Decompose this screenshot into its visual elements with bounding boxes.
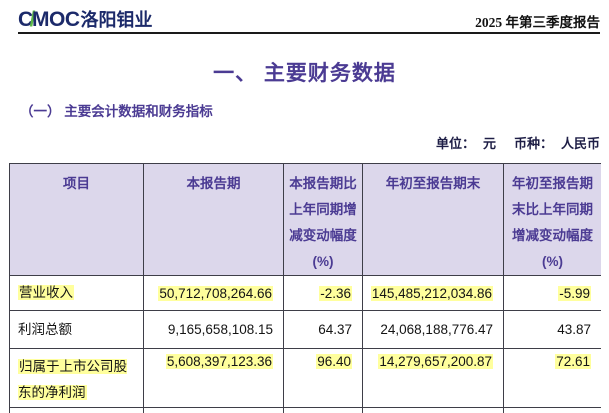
cell-current-change: 64.37 [284,311,363,349]
unit-value: 元 [483,136,496,151]
table-row-partial [10,408,602,413]
unit-label: 单位： [436,136,475,151]
cell-ytd-change: -5.99 [504,276,602,311]
financial-table: 项目 本报告期 本报告期比上年同期增减变动幅度(%) 年初至报告期末 年初至报告… [9,163,601,413]
col-header-ytd-change: 年初至报告期末比上年同期增减变动幅度(%) [504,164,602,276]
table-row-total-profit: 利润总额 9,165,658,108.15 64.37 24,068,188,7… [10,311,602,349]
cell-item: 归属于上市公司股东的净利润 [10,349,144,408]
table-row-net-profit: 归属于上市公司股东的净利润 5,608,397,123.36 96.40 14,… [10,349,602,408]
cell-current-period: 9,165,658,108.15 [144,311,284,349]
table-row-revenue: 营业收入 50,712,708,264.66 -2.36 145,485,212… [10,276,602,311]
cell-ytd: 14,279,657,200.87 [363,349,504,408]
cell-current-change: -2.36 [284,276,363,311]
col-header-current-change: 本报告期比上年同期增减变动幅度(%) [284,164,363,276]
logo-text-latin: C/MOC [18,8,80,31]
table-header-row: 项目 本报告期 本报告期比上年同期增减变动幅度(%) 年初至报告期末 年初至报告… [10,164,602,276]
cell-current-change: 96.40 [284,349,363,408]
col-header-current-period: 本报告期 [144,164,284,276]
cell-ytd: 145,485,212,034.86 [363,276,504,311]
cell-item: 营业收入 [10,276,144,311]
report-page: { "header": { "logo_c": "C", "logo_slash… [0,0,609,413]
col-header-item: 项目 [10,164,144,276]
header-divider [18,32,600,34]
col-header-ytd: 年初至报告期末 [363,164,504,276]
financial-table-container: 项目 本报告期 本报告期比上年同期增减变动幅度(%) 年初至报告期末 年初至报告… [9,163,601,413]
cmoc-logo: C/MOC洛阳钼业 [18,6,153,32]
cell-item: 利润总额 [10,311,144,349]
subsection-title: （一） 主要会计数据和财务指标 [20,100,213,120]
logo-text-chinese: 洛阳钼业 [81,10,153,30]
currency-value: 人民币 [561,136,600,151]
cell-current-period: 5,608,397,123.36 [144,349,284,408]
report-period-title: 2025 年第三季度报告 [475,11,600,31]
cell-current-period: 50,712,708,264.66 [144,276,284,311]
cell-ytd-change: 43.87 [504,311,602,349]
cell-ytd-change: 72.61 [504,349,602,408]
cell-ytd: 24,068,188,776.47 [363,311,504,349]
section-title: 一、 主要财务数据 [0,57,609,87]
currency-label: 币种： [514,136,553,151]
units-line: 单位： 元 币种： 人民币 [436,133,600,152]
logo-moc: MOC [32,8,80,31]
